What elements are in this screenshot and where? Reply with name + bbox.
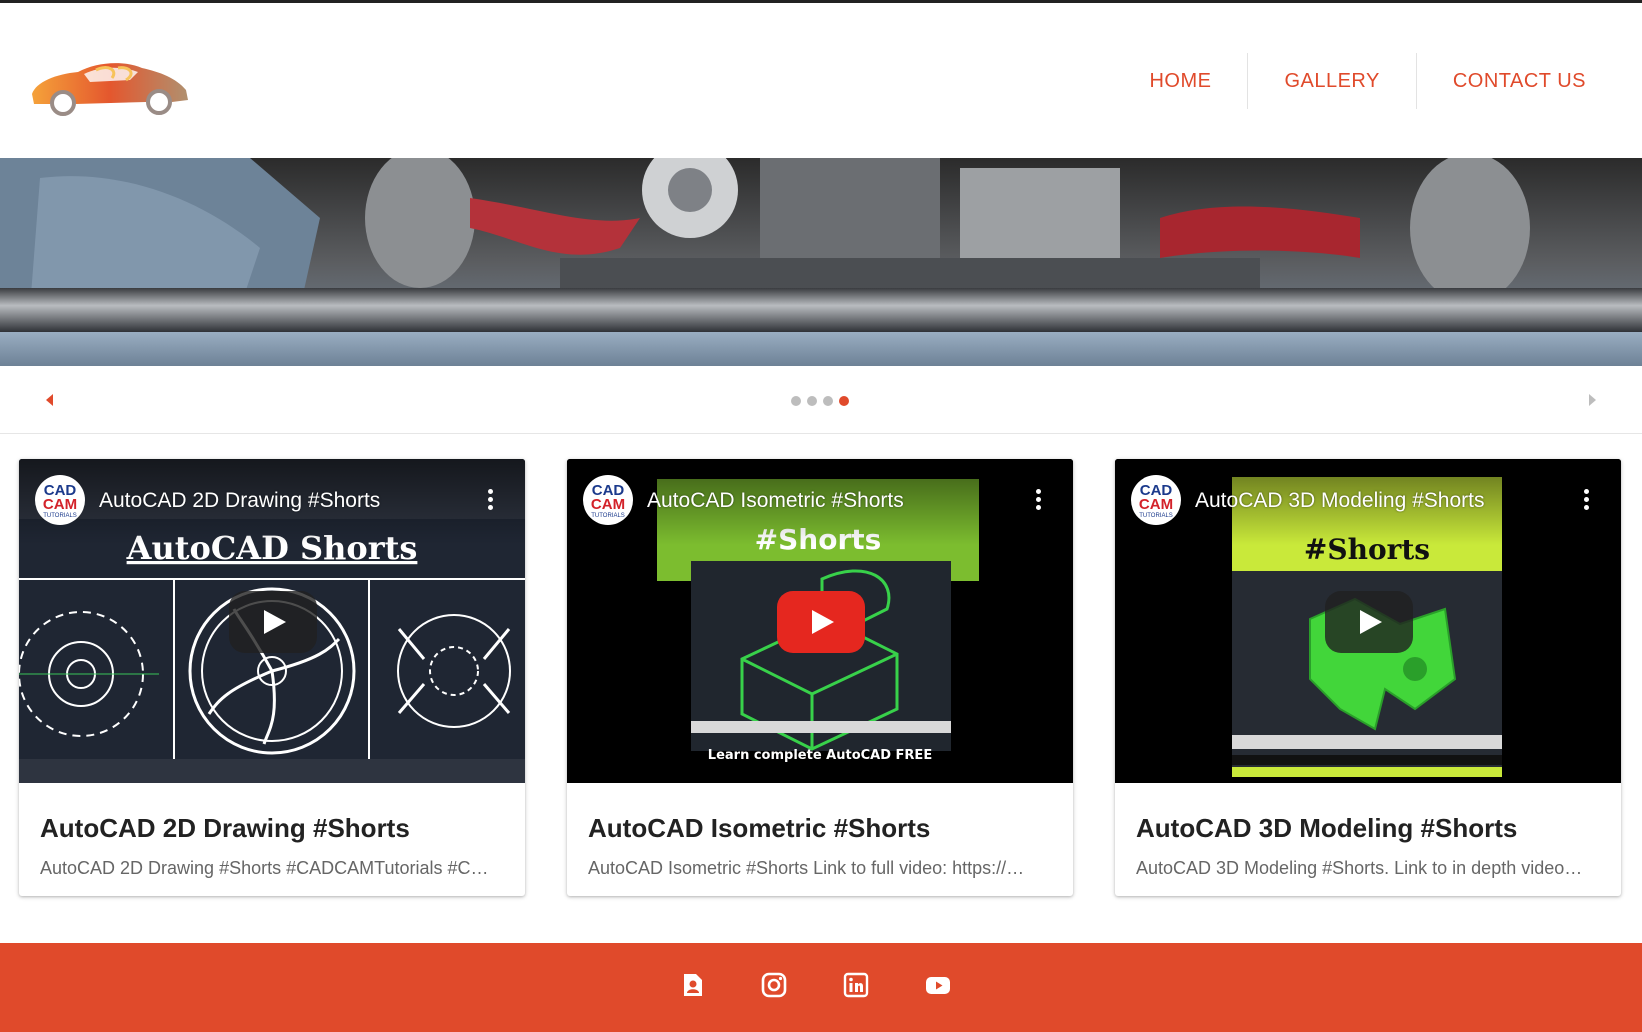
- channel-avatar[interactable]: CAD CAM TUTORIALS: [1131, 475, 1181, 525]
- card-body: AutoCAD 3D Modeling #Shorts AutoCAD 3D M…: [1115, 783, 1621, 879]
- carousel-dot-4-active[interactable]: [839, 396, 849, 406]
- video-player[interactable]: #Shorts CAD CAM TUTORIALS AutoCAD 3D Mod…: [1115, 459, 1621, 783]
- instagram-link[interactable]: [760, 971, 788, 999]
- main-nav: HOME GALLERY CONTACT US: [1113, 53, 1622, 109]
- card-body: AutoCAD Isometric #Shorts AutoCAD Isomet…: [567, 783, 1073, 879]
- more-options-icon[interactable]: [1581, 489, 1591, 513]
- carousel-dot-3[interactable]: [823, 396, 833, 406]
- contact-link[interactable]: [678, 971, 706, 999]
- linkedin-link[interactable]: [842, 971, 870, 999]
- social-links: [678, 971, 952, 999]
- card-description: AutoCAD 3D Modeling #Shorts. Link to in …: [1136, 858, 1583, 878]
- contact-card-icon: [684, 974, 702, 996]
- carousel-dot-2[interactable]: [807, 396, 817, 406]
- embed-video-title[interactable]: AutoCAD Isometric #Shorts: [647, 489, 1027, 513]
- nav-gallery[interactable]: GALLERY: [1248, 53, 1415, 109]
- carousel-indicators: [791, 396, 849, 406]
- video-card: #Shorts Learn complete AutoCAD FREE CAD …: [567, 459, 1073, 896]
- channel-logo-line-3: TUTORIALS: [43, 513, 77, 519]
- channel-logo-line-2: CAM: [1139, 496, 1173, 513]
- card-title: AutoCAD 2D Drawing #Shorts: [40, 813, 410, 843]
- hero-slide-image: [0, 158, 1642, 366]
- caret-right-icon: [1589, 394, 1596, 406]
- site-logo[interactable]: [26, 56, 192, 118]
- carousel-controls: [0, 366, 1642, 434]
- video-card: #Shorts CAD CAM TUTORIALS AutoCAD 3D Mod…: [1115, 459, 1621, 896]
- linkedin-icon: [843, 972, 869, 998]
- site-footer: [0, 943, 1642, 1032]
- carousel-prev-button[interactable]: [40, 390, 60, 410]
- channel-logo-line-3: TUTORIALS: [1139, 513, 1173, 519]
- cadcam-channel-logo: CAD CAM TUTORIALS: [1139, 482, 1173, 519]
- nav-contact-us[interactable]: CONTACT US: [1417, 53, 1622, 109]
- card-description: AutoCAD Isometric #Shorts Link to full v…: [588, 858, 1025, 878]
- carousel-next-button[interactable]: [1582, 390, 1602, 410]
- car-logo-icon: [32, 63, 188, 116]
- card-title: AutoCAD Isometric #Shorts: [588, 813, 931, 843]
- thumbnail-caption: Learn complete AutoCAD FREE: [708, 748, 932, 763]
- video-cards: AutoCAD Shorts CAD CAM TUTORIALS AutoCAD…: [19, 459, 1623, 897]
- channel-avatar[interactable]: CAD CAM TUTORIALS: [35, 475, 85, 525]
- play-button-icon[interactable]: [229, 591, 317, 653]
- nav-home[interactable]: HOME: [1113, 53, 1247, 109]
- video-player[interactable]: #Shorts Learn complete AutoCAD FREE CAD …: [567, 459, 1073, 783]
- channel-avatar[interactable]: CAD CAM TUTORIALS: [583, 475, 633, 525]
- card-title: AutoCAD 3D Modeling #Shorts: [1136, 813, 1518, 843]
- cadcam-channel-logo: CAD CAM TUTORIALS: [591, 482, 625, 519]
- caret-left-icon: [46, 394, 53, 406]
- card-description: AutoCAD 2D Drawing #Shorts #CADCAMTutori…: [40, 858, 489, 878]
- youtube-icon: [926, 977, 950, 994]
- more-options-icon[interactable]: [1033, 489, 1043, 513]
- more-options-icon[interactable]: [485, 489, 495, 513]
- youtube-link[interactable]: [924, 971, 952, 999]
- site-header: HOME GALLERY CONTACT US: [0, 3, 1642, 158]
- channel-logo-line-2: CAM: [43, 496, 77, 513]
- cadcam-channel-logo: CAD CAM TUTORIALS: [43, 482, 77, 519]
- card-body: AutoCAD 2D Drawing #Shorts AutoCAD 2D Dr…: [19, 783, 525, 879]
- channel-logo-line-2: CAM: [591, 496, 625, 513]
- embed-video-title[interactable]: AutoCAD 2D Drawing #Shorts: [99, 489, 479, 513]
- instagram-icon: [761, 972, 787, 998]
- channel-logo-line-3: TUTORIALS: [591, 513, 625, 519]
- video-card: AutoCAD Shorts CAD CAM TUTORIALS AutoCAD…: [19, 459, 525, 896]
- embed-video-title[interactable]: AutoCAD 3D Modeling #Shorts: [1195, 489, 1575, 513]
- carousel-dot-1[interactable]: [791, 396, 801, 406]
- play-button-icon[interactable]: [1325, 591, 1413, 653]
- video-player[interactable]: AutoCAD Shorts CAD CAM TUTORIALS AutoCAD…: [19, 459, 525, 783]
- play-button-icon[interactable]: [777, 591, 865, 653]
